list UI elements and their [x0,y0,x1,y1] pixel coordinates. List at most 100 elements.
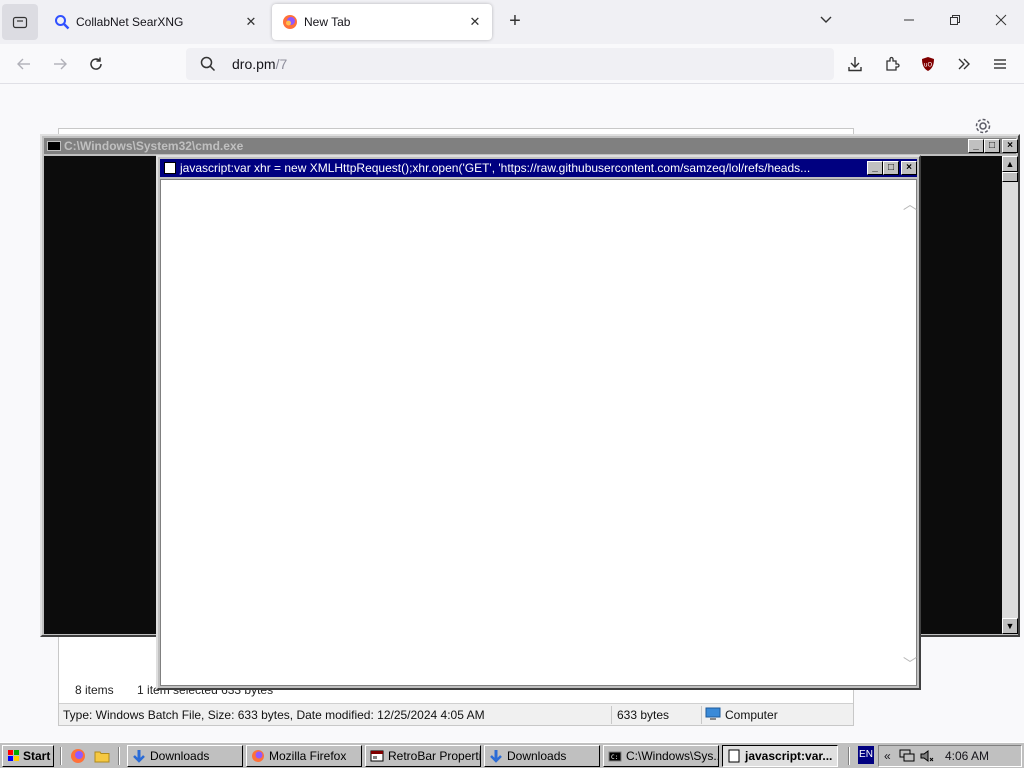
file-size: 633 bytes [617,708,670,722]
scroll-thumb[interactable] [1002,172,1018,182]
svg-text:uO: uO [924,62,933,69]
cmd-icon [47,141,61,151]
cmd-scrollbar[interactable]: ▲ ▼ [1002,156,1018,634]
tray-expand-chevron[interactable]: « [884,746,891,766]
taskbar-button-label: C:\Windows\Sys... [626,749,719,763]
back-arrow-icon [17,58,30,70]
taskbar-button-label: Mozilla Firefox [269,749,347,763]
taskbar-button-label: RetroBar Properti... [388,749,481,763]
taskbar-button-label: Downloads [507,749,567,763]
network-icon[interactable] [899,749,915,763]
svg-text:C:: C: [611,754,618,761]
windows-logo-icon [8,750,19,761]
forward-arrow-icon [54,58,67,70]
popup-content[interactable]: ︿ ﹀ [160,179,917,686]
taskbar-button-label: javascript:var... [745,749,833,763]
reload-button[interactable] [82,50,110,78]
ublock-shield-icon: uO [922,57,934,71]
tab-searxng[interactable]: CollabNet SearXNG ✕ [44,4,268,40]
extensions-button[interactable] [878,50,906,78]
more-tools-button[interactable] [950,50,978,78]
scroll-up-chevron-icon[interactable]: ︿ [903,194,917,214]
restore-icon[interactable] [943,10,967,34]
double-chevron-icon [958,58,970,70]
tab-list-button[interactable] [2,4,38,40]
popup-maximize-button[interactable]: □ [883,161,899,175]
reload-icon [90,57,102,70]
taskbar-button-label: Downloads [150,749,210,763]
downloads-button[interactable] [841,50,869,78]
start-label: Start [23,749,51,763]
taskbar-separator [60,747,62,765]
close-tab-icon[interactable]: ✕ [466,13,484,31]
app-menu-button[interactable] [986,50,1014,78]
scroll-down-chevron-icon[interactable]: ﹀ [903,654,917,674]
taskbar-button-firefox[interactable]: Mozilla Firefox [246,745,362,767]
popup-close-button[interactable]: × [901,161,917,175]
language-indicator[interactable]: EN [858,746,874,764]
system-tray: « 4:06 AM [878,745,1022,767]
tab-list-icon [12,16,28,29]
volume-icon[interactable] [919,749,935,763]
download-arrow-icon [490,750,502,763]
url-domain: dro.pm [232,56,276,72]
new-tab-button[interactable]: + [503,10,527,34]
firefox-icon [252,750,264,762]
tab-new-tab[interactable]: New Tab ✕ [272,4,492,40]
popup-titlebar[interactable]: javascript:var xhr = new XMLHttpRequest(… [160,159,917,177]
taskbar-separator [848,747,850,765]
firefox-icon[interactable] [70,748,86,764]
close-tab-icon[interactable]: ✕ [242,13,260,31]
clock[interactable]: 4:06 AM [945,746,989,766]
cmd-minimize-button[interactable]: _ [968,139,984,153]
puzzle-icon [886,56,900,71]
taskbar: Start Downloads Mozilla Firefox RetroBar… [0,742,1024,768]
cmd-close-button[interactable]: × [1002,139,1018,153]
file-type-info: Type: Windows Batch File, Size: 633 byte… [63,708,485,722]
back-button[interactable] [10,50,38,78]
list-all-tabs-icon[interactable] [814,10,838,34]
taskbar-button-javascript[interactable]: javascript:var... [722,745,838,767]
cmd-title: C:\Windows\System32\cmd.exe [64,139,244,153]
page-icon [164,162,176,174]
start-button[interactable]: Start [2,745,54,767]
gear-icon[interactable] [973,116,993,136]
explorer-statusbar: Type: Windows Batch File, Size: 633 byte… [59,703,853,725]
taskbar-button-cmd[interactable]: C: C:\Windows\Sys... [603,745,719,767]
page-icon [728,749,740,763]
javascript-popup-window[interactable]: javascript:var xhr = new XMLHttpRequest(… [156,155,921,690]
url-path: /7 [275,56,288,72]
cmd-icon: C: [608,751,622,762]
url-bar[interactable]: dro.pm/7 [186,48,834,80]
cmd-titlebar[interactable]: C:\Windows\System32\cmd.exe [44,138,1016,154]
navigation-toolbar: dro.pm/7 uO [0,44,1024,84]
tab-title: CollabNet SearXNG [76,15,184,29]
minimize-icon[interactable] [897,10,921,34]
taskbar-button-downloads-2[interactable]: Downloads [484,745,600,767]
url-text: dro.pm/7 [232,56,287,72]
firefox-icon [282,14,298,30]
taskbar-button-retrobar[interactable]: RetroBar Properti... [365,745,481,767]
close-window-icon[interactable] [989,10,1013,34]
computer-icon [705,707,721,720]
search-icon [54,14,70,30]
forward-button[interactable] [46,50,74,78]
folder-icon[interactable] [94,748,110,764]
status-divider [611,706,612,724]
scroll-up-arrow-icon[interactable]: ▲ [1002,156,1018,172]
cmd-maximize-button[interactable]: □ [984,139,1000,153]
items-count: 8 items [75,683,114,697]
scroll-down-arrow-icon[interactable]: ▼ [1002,618,1018,634]
popup-title: javascript:var xhr = new XMLHttpRequest(… [180,161,811,175]
taskbar-separator [118,747,120,765]
properties-icon [370,750,384,762]
location-label: Computer [725,708,778,722]
hamburger-icon [994,59,1006,69]
taskbar-button-downloads[interactable]: Downloads [127,745,243,767]
popup-minimize-button[interactable]: _ [867,161,883,175]
tab-bar: CollabNet SearXNG ✕ New Tab ✕ + [0,0,1024,44]
download-icon [848,57,862,72]
download-arrow-icon [133,750,145,763]
tab-title: New Tab [304,15,351,29]
ublock-button[interactable]: uO [914,50,942,78]
